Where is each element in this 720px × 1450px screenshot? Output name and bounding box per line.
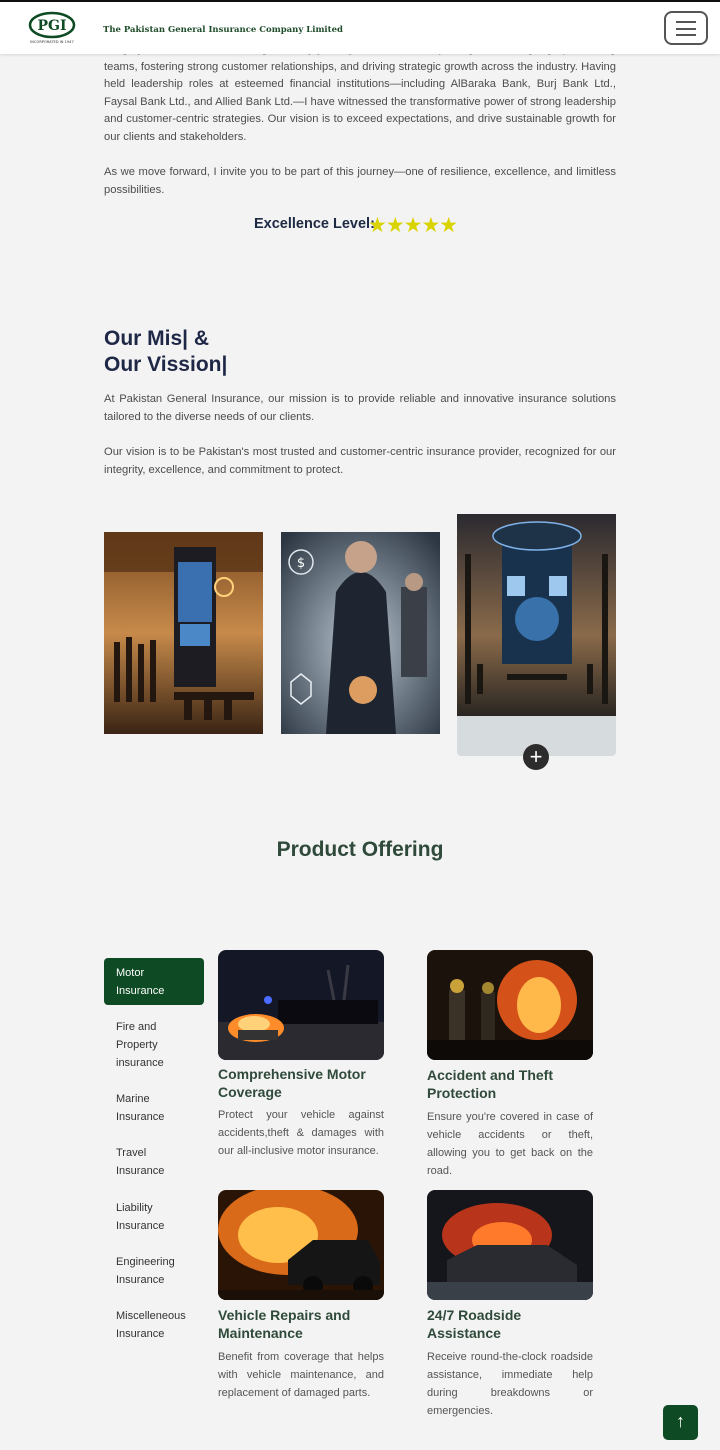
category-engineering-insurance[interactable]: Engineering Insurance — [104, 1247, 204, 1295]
product-description: Ensure you're covered in case of vehicle… — [427, 1111, 593, 1177]
product-description: Protect your vehicle against accidents,t… — [218, 1109, 384, 1157]
handshake-business-image: $ — [281, 532, 440, 734]
back-to-top-button[interactable]: ↑ — [663, 1405, 698, 1440]
product-title[interactable]: Accident and Theft Protection — [427, 1066, 597, 1102]
mission-title-line: Our Mis| & — [104, 327, 210, 350]
category-marine-insurance[interactable]: Marine Insurance — [104, 1084, 204, 1132]
product-title[interactable]: 24/7 Roadside Assistance — [427, 1306, 597, 1342]
ceo-closing-paragraph: As we move forward, I invite you to be p… — [104, 166, 616, 196]
roadside-assistance-image[interactable] — [427, 1190, 593, 1300]
product-offering-title: Product Offering — [276, 838, 444, 861]
site-header: PGI INCORPORATED IN 1947 The Pakistan Ge… — [0, 2, 720, 54]
logo-text: PGI — [37, 18, 66, 34]
hamburger-line — [676, 27, 696, 30]
category-liability-insurance[interactable]: Liability Insurance — [104, 1193, 204, 1241]
product-description: Benefit from coverage that helps with ve… — [218, 1351, 384, 1399]
accident-theft-image[interactable] — [427, 950, 593, 1060]
product-title[interactable]: Vehicle Repairs and Maintenance — [218, 1306, 388, 1342]
insurance-solutions-hall-image — [457, 514, 616, 716]
hamburger-menu-icon — [676, 21, 696, 23]
product-description: Receive round-the-clock roadside assista… — [427, 1351, 593, 1417]
pgi-logo[interactable]: PGI INCORPORATED IN 1947 — [26, 11, 78, 45]
product-title[interactable]: Comprehensive Motor Coverage — [218, 1065, 388, 1101]
star-rating-icon: ★★★★★ — [368, 214, 458, 237]
vision-title-line: Our Vission| — [104, 353, 228, 376]
category-motor-insurance[interactable]: Motor Insurance — [104, 958, 204, 1005]
ceo-message-paragraph: integrity, and excellence – has guided m… — [104, 43, 616, 143]
category-miscellaneous-insurance[interactable]: Miscelleneous Insurance — [104, 1301, 204, 1349]
motor-coverage-image[interactable] — [218, 950, 384, 1060]
arrow-up-icon: ↑ — [676, 1411, 685, 1431]
hamburger-menu-button[interactable] — [664, 11, 708, 45]
svg-text:$: $ — [297, 556, 305, 571]
mission-paragraph: At Pakistan General Insurance, our missi… — [104, 393, 616, 423]
mission-vision-title: Our Mis| & Our Vission| — [104, 326, 227, 378]
company-name[interactable]: The Pakistan General Insurance Company L… — [103, 25, 343, 35]
plus-circle-icon[interactable]: + — [523, 744, 549, 770]
vision-paragraph: Our vision is to be Pakistan's most trus… — [104, 446, 616, 476]
excellence-label: Excellence Level: — [254, 216, 375, 232]
logo-subtext: INCORPORATED IN 1947 — [30, 40, 74, 44]
vehicle-repairs-image[interactable] — [218, 1190, 384, 1300]
hamburger-line — [676, 34, 696, 36]
category-fire-property-insurance[interactable]: Fire and Property insurance — [104, 1012, 204, 1078]
category-travel-insurance[interactable]: Travel Insurance — [104, 1138, 204, 1186]
office-lobby-image — [104, 532, 263, 734]
